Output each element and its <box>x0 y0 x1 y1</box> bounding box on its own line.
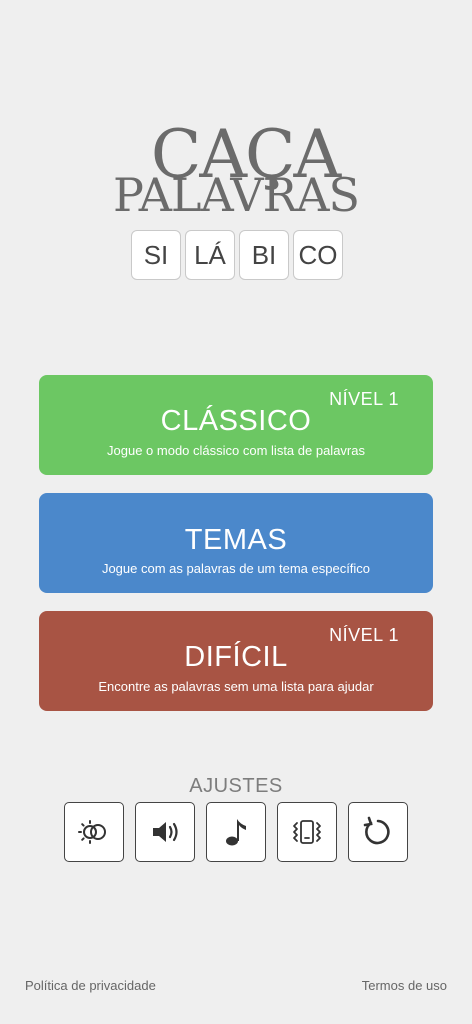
theme-toggle-icon <box>78 820 106 844</box>
themes-mode-button[interactable]: TEMAS Jogue com as palavras de um tema e… <box>39 493 433 593</box>
mode-description: Encontre as palavras sem uma lista para … <box>98 679 374 694</box>
mode-title: DIFÍCIL <box>184 641 288 673</box>
mode-description: Jogue o modo clássico com lista de palav… <box>107 443 365 458</box>
mode-description: Jogue com as palavras de um tema específ… <box>101 561 371 576</box>
logo-syllable-tiles: SI LÁ BI CO <box>131 230 343 280</box>
settings-heading: AJUSTES <box>189 775 283 797</box>
classic-mode-button[interactable]: NÍVEL 1 CLÁSSICO Jogue o modo clássico c… <box>39 375 433 475</box>
vibration-icon <box>293 820 321 844</box>
privacy-policy-link[interactable]: Política de privacidade <box>25 978 156 993</box>
terms-of-use-link[interactable]: Termos de uso <box>362 978 447 993</box>
syllable-tile: LÁ <box>185 230 235 280</box>
mode-title: TEMAS <box>184 524 288 556</box>
syllable-tile: CO <box>293 230 343 280</box>
app-logo: CAÇA PALAVRAS SI LÁ BI CO <box>0 0 472 300</box>
logo-title-line2: PALAVRAS <box>112 168 360 222</box>
sound-button[interactable] <box>135 802 195 862</box>
volume-icon <box>153 822 178 842</box>
syllable-tile: BI <box>239 230 289 280</box>
syllable-tile: SI <box>131 230 181 280</box>
mode-title: CLÁSSICO <box>160 405 312 437</box>
settings-toolbar <box>64 802 408 862</box>
vibration-button[interactable] <box>277 802 337 862</box>
reset-button[interactable] <box>348 802 408 862</box>
theme-toggle-button[interactable] <box>64 802 124 862</box>
music-button[interactable] <box>206 802 266 862</box>
hard-mode-button[interactable]: NÍVEL 1 DIFÍCIL Encontre as palavras sem… <box>39 611 433 711</box>
reset-icon <box>363 816 390 845</box>
music-note-icon <box>226 819 246 846</box>
